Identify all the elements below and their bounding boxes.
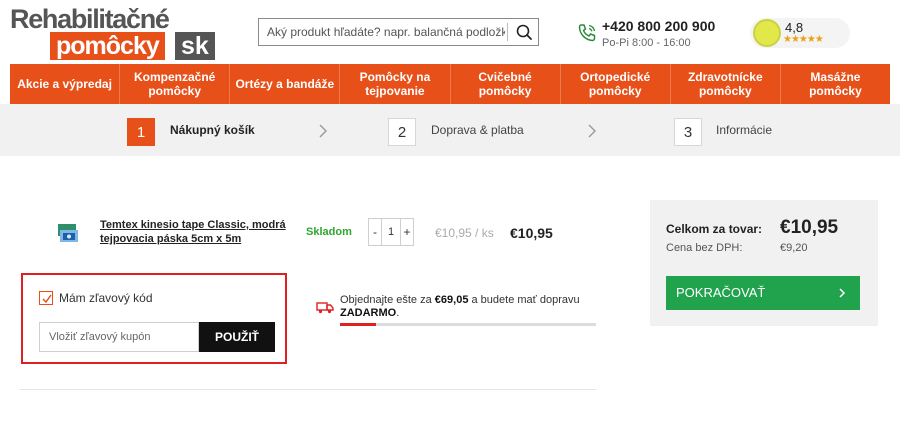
search-button[interactable] bbox=[511, 20, 537, 44]
step-3-number[interactable]: 3 bbox=[674, 118, 702, 146]
coupon-checkbox[interactable] bbox=[39, 291, 53, 305]
apply-coupon-button[interactable]: POUŽIŤ bbox=[199, 322, 275, 352]
search-icon bbox=[516, 24, 532, 40]
step-1-number: 1 bbox=[127, 118, 155, 146]
site-logo[interactable]: Rehabilitačné pomôcky sk bbox=[10, 4, 215, 60]
logo-suffix: sk bbox=[175, 32, 215, 60]
coupon-section: Mám zľavový kód POUŽIŤ bbox=[21, 273, 287, 364]
nav-item-kompenzacne[interactable]: Kompenzačné pomôcky bbox=[120, 64, 231, 104]
main-navigation: Akcie a výpredaj Kompenzačné pomôcky Ort… bbox=[10, 64, 890, 104]
chevron-right-icon bbox=[839, 288, 846, 298]
chevron-right-icon bbox=[319, 124, 327, 138]
checkout-steps: 1 Nákupný košík 2 Doprava & platba 3 Inf… bbox=[0, 104, 900, 156]
nav-item-cvicebne[interactable]: Cvičebné pomôcky bbox=[451, 64, 561, 104]
unit-price: €10,95 / ks bbox=[435, 226, 494, 240]
order-summary: Celkom za tovar: €10,95 Cena bez DPH: €9… bbox=[650, 200, 878, 326]
free-shipping-info: Objednajte ešte za €69,05 a budete mať d… bbox=[316, 294, 606, 334]
free-shipping-progress-fill bbox=[340, 323, 376, 326]
chevron-right-icon bbox=[588, 124, 596, 138]
step-2-number[interactable]: 2 bbox=[388, 118, 416, 146]
site-header: Rehabilitačné pomôcky sk +420 800 200 90… bbox=[0, 0, 900, 64]
step-1-label: Nákupný košík bbox=[170, 123, 255, 137]
step-2-label[interactable]: Doprava & platba bbox=[431, 123, 524, 137]
qty-increase-button[interactable]: + bbox=[401, 219, 413, 245]
stock-status: Skladom bbox=[306, 226, 352, 238]
logo-text-line1: Rehabilitačné bbox=[10, 4, 170, 34]
nav-item-ortopedicke[interactable]: Ortopedické pomôcky bbox=[561, 64, 671, 104]
store-rating[interactable]: 4,8 ★★★★★ bbox=[750, 18, 850, 48]
product-name-link[interactable]: Temtex kinesio tape Classic, modrá tejpo… bbox=[100, 218, 290, 246]
nav-item-masazne[interactable]: Masážne pomôcky bbox=[781, 64, 890, 104]
net-price-value: €9,20 bbox=[780, 242, 808, 254]
cart-content: Temtex kinesio tape Classic, modrá tejpo… bbox=[10, 156, 890, 430]
step-3-label[interactable]: Informácie bbox=[716, 123, 772, 137]
line-total-price: €10,95 bbox=[510, 225, 553, 241]
quantity-stepper: - 1 + bbox=[368, 218, 414, 246]
divider bbox=[20, 389, 596, 390]
phone-hours: Po-Pi 8:00 - 16:00 bbox=[602, 37, 691, 49]
phone-contact[interactable]: +420 800 200 900 Po-Pi 8:00 - 16:00 bbox=[576, 18, 736, 52]
nav-item-akcie[interactable]: Akcie a výpredaj bbox=[10, 64, 121, 104]
rating-badge-icon bbox=[753, 19, 781, 47]
coupon-checkbox-label[interactable]: Mám zľavový kód bbox=[59, 291, 153, 305]
search-box bbox=[258, 18, 539, 46]
search-divider bbox=[507, 23, 508, 41]
rating-stars: ★★★★★ bbox=[783, 34, 824, 45]
total-label: Celkom za tovar: bbox=[666, 222, 763, 236]
free-shipping-progress bbox=[340, 323, 596, 326]
total-value: €10,95 bbox=[780, 217, 839, 238]
continue-button[interactable]: POKRAČOVAŤ bbox=[666, 276, 860, 310]
nav-item-zdravotnicke[interactable]: Zdravotnícke pomôcky bbox=[671, 64, 781, 104]
coupon-input[interactable] bbox=[39, 322, 199, 352]
nav-item-ortezy[interactable]: Ortézy a bandáže bbox=[230, 64, 341, 104]
continue-button-label: POKRAČOVAŤ bbox=[676, 285, 766, 300]
qty-decrease-button[interactable]: - bbox=[369, 219, 381, 245]
qty-value[interactable]: 1 bbox=[381, 219, 401, 245]
phone-icon bbox=[578, 24, 596, 42]
net-price-label: Cena bez DPH: bbox=[666, 242, 743, 254]
nav-item-tejpovanie[interactable]: Pomôcky na tejpovanie bbox=[340, 64, 451, 104]
search-input[interactable] bbox=[259, 19, 505, 45]
phone-number: +420 800 200 900 bbox=[602, 18, 716, 34]
checkmark-icon bbox=[42, 294, 52, 304]
logo-text-line2: pomôcky bbox=[50, 32, 165, 60]
rating-value: 4,8 bbox=[785, 20, 804, 35]
product-thumbnail[interactable] bbox=[55, 222, 81, 246]
truck-icon bbox=[316, 302, 334, 314]
free-shipping-text: Objednajte ešte za €69,05 a budete mať d… bbox=[340, 294, 580, 319]
